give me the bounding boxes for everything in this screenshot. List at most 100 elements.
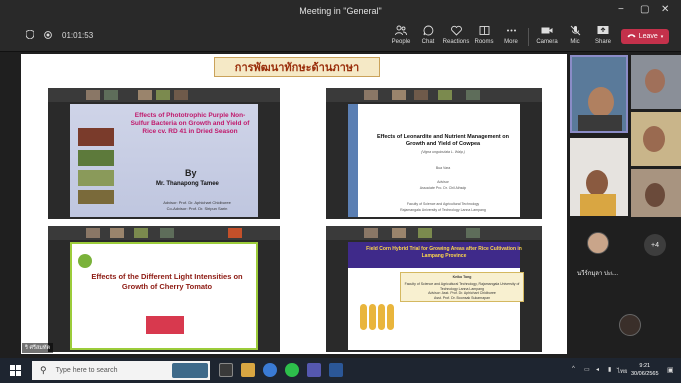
presentation-thumbnail-1: Effects of Phototrophic Purple Non-Sulfu… (48, 88, 280, 219)
people-icon (387, 25, 415, 38)
toolbar-divider (528, 28, 529, 46)
camera-label: Camera (536, 39, 558, 45)
people-button[interactable]: People (387, 25, 415, 45)
participant-shirt (578, 115, 622, 131)
avatar[interactable] (587, 232, 609, 254)
word-icon[interactable] (329, 363, 343, 377)
rooms-label: Rooms (474, 39, 494, 45)
chat-button[interactable]: Chat (414, 25, 442, 45)
participant-face (645, 69, 665, 93)
corn-image (378, 304, 385, 330)
participant-video-speaker[interactable] (570, 55, 628, 133)
photo-rice-field (78, 150, 114, 166)
slide-heading: Effects of the Different Light Intensiti… (91, 272, 243, 291)
notification-icon[interactable]: ▣ (667, 366, 674, 374)
slide-panel: Effects of Phototrophic Purple Non-Sulfu… (70, 104, 258, 217)
slide-university: Rajamangala University of Technology Lan… (400, 208, 486, 212)
chevron-up-icon[interactable]: ^ (572, 366, 575, 372)
close-button[interactable]: ✕ (661, 4, 669, 15)
chrome-icon[interactable] (263, 363, 277, 377)
minimize-button[interactable]: − (618, 4, 624, 15)
participant-video (414, 90, 428, 100)
maximize-button[interactable]: ▢ (640, 4, 649, 15)
more-label: More (504, 39, 518, 45)
screen: Meeting in "General" − ▢ ✕ 01:01:53 Peop… (0, 0, 681, 383)
phone-hangup-icon (627, 33, 636, 40)
search-highlight-image (172, 363, 208, 378)
participant-video (392, 228, 406, 238)
participant-video (86, 228, 100, 238)
teams-icon[interactable] (307, 363, 321, 377)
windows-taskbar: ⚲ Type here to search ^ ▭ ◂ ▮ ไทย 9:21 3… (0, 358, 681, 383)
more-button[interactable]: More (497, 25, 525, 45)
self-avatar[interactable] (619, 314, 641, 336)
participant-gallery: นวีร์กมุลา ปะเ... +4 (569, 54, 681, 354)
task-view-icon[interactable] (219, 363, 233, 377)
participant-shirt (580, 194, 616, 216)
chat-icon (414, 25, 442, 38)
participant-video[interactable] (570, 138, 628, 216)
participant-video (438, 90, 452, 100)
participant-name: นวีร์กมุลา ปะเ... (577, 271, 619, 277)
network-icon[interactable]: ▭ (584, 366, 590, 373)
more-participants-button[interactable]: +4 (644, 234, 666, 256)
battery-icon[interactable]: ▮ (608, 366, 611, 373)
slide-heading: Effects of Phototrophic Purple Non-Sulfu… (130, 112, 250, 135)
participant-video (466, 90, 480, 100)
clock-date: 30/06/2565 (631, 371, 659, 377)
video-strip (326, 226, 542, 240)
leave-label: Leave (638, 33, 658, 40)
participant-video (160, 228, 174, 238)
windows-start-icon[interactable] (10, 365, 21, 376)
slide-latin-name: (Vigna unguiculata L. Walp.) (421, 150, 465, 154)
volume-icon[interactable]: ◂ (596, 366, 599, 373)
reactions-button[interactable]: Reactions (442, 25, 470, 45)
participant-video (138, 90, 152, 100)
self-video-label: ริ ศรีสมทัต (22, 343, 54, 353)
photo-bacteria (78, 128, 114, 146)
participant-video[interactable] (631, 169, 681, 217)
search-placeholder: Type here to search (55, 367, 118, 374)
slide-panel: Effects of Leonardite and Nutrient Manag… (348, 104, 520, 217)
slide-advisor: Associate Pro. Dr. Chil Aihsdp (419, 186, 467, 190)
taskbar-clock[interactable]: 9:21 30/06/2565 (631, 362, 659, 378)
rooms-button[interactable]: Rooms (470, 25, 498, 45)
slide-heading: Effects of Leonardite and Nutrient Manag… (376, 134, 509, 147)
participant-video (104, 90, 118, 100)
corn-image (387, 304, 394, 330)
share-button[interactable]: Share (589, 25, 617, 45)
video-strip (48, 226, 280, 240)
input-language[interactable]: ไทย (617, 366, 628, 376)
mic-button[interactable]: Mic (561, 25, 589, 45)
meeting-timer: 01:01:53 (62, 31, 94, 40)
participant-video (134, 228, 148, 238)
window-title: Meeting in "General" (299, 6, 382, 16)
participant-face (586, 170, 608, 196)
share-label: Share (594, 39, 611, 45)
reactions-label: Reactions (442, 39, 470, 45)
corn-image (360, 304, 367, 330)
share-icon (589, 25, 617, 38)
leave-button[interactable]: Leave ▾ (621, 29, 669, 44)
window-titlebar: Meeting in "General" − ▢ ✕ (0, 0, 681, 22)
slide-faculty: Faculty of Science and Agricultural Tech… (406, 202, 480, 206)
slide-panel: Field Corn Hybrid Trial for Growing Area… (348, 242, 524, 350)
slide-panel: Effects of the Different Light Intensiti… (70, 242, 258, 350)
people-label: People (391, 39, 411, 45)
participant-video[interactable] (631, 55, 681, 109)
presentation-thumbnail-3: Effects of the Different Light Intensiti… (48, 226, 280, 352)
participant-face (588, 87, 614, 117)
participant-video[interactable] (631, 112, 681, 166)
file-explorer-icon[interactable] (241, 363, 255, 377)
presentation-thumbnail-4: Field Corn Hybrid Trial for Growing Area… (326, 226, 542, 352)
participant-video (364, 228, 378, 238)
slide-title: การพัฒนาทักษะด้านภาษา (214, 57, 380, 77)
slide-coadvisor: Asst. Prof. Dr. Boonsak Sukarnapan (433, 296, 491, 300)
line-icon[interactable] (285, 363, 299, 377)
camera-button[interactable]: Camera (533, 25, 561, 45)
participant-video (392, 90, 406, 100)
slide-advisor-label: Advisor (437, 180, 449, 184)
participant-face (645, 183, 665, 207)
participant-video (228, 228, 242, 238)
chevron-down-icon: ▾ (660, 33, 664, 40)
